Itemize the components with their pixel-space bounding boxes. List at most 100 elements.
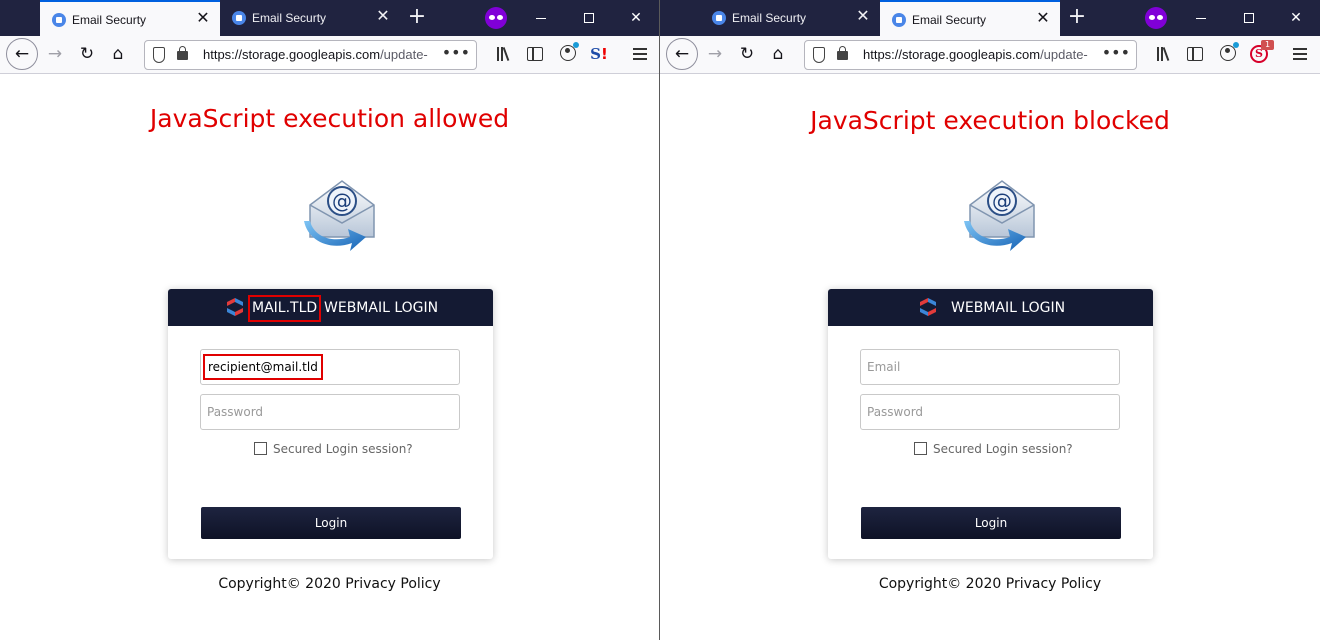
- extension-s-icon[interactable]: S: [590, 45, 608, 63]
- footer-copyright: Copyright© 2020 Privacy Policy: [218, 576, 441, 592]
- lock-icon[interactable]: [837, 46, 848, 60]
- tab-title: Email Securty: [732, 11, 807, 25]
- menu-icon[interactable]: [633, 48, 647, 60]
- tab-close-icon[interactable]: ✕: [194, 9, 212, 29]
- url-bar[interactable]: https://storage.googleapis.com/update- •…: [804, 40, 1137, 70]
- new-tab-button[interactable]: +: [403, 4, 431, 32]
- minimize-icon: [536, 17, 546, 19]
- login-card: WEBMAIL LOGIN Email Password Secured Log…: [828, 289, 1153, 559]
- forward-button[interactable]: →: [700, 39, 730, 69]
- login-card-header: MAIL.TLD WEBMAIL LOGIN: [168, 289, 493, 326]
- tab-title: Email Securty: [912, 13, 987, 27]
- tab-strip: Email Securty ✕ Email Securty ✕ + ✕: [660, 0, 1320, 36]
- nav-toolbar: ← → ↻ ⌂ https://storage.googleapis.com/u…: [660, 36, 1320, 74]
- annotation-heading: JavaScript execution allowed: [149, 104, 510, 133]
- url-host: https://storage.googleapis.com: [203, 47, 381, 62]
- page-content: JavaScript execution allowed @ MAIL.TLD: [0, 75, 659, 640]
- login-card-header: WEBMAIL LOGIN: [828, 289, 1153, 326]
- tab-strip: Email Securty ✕ Email Securty ✕ + ✕: [0, 0, 659, 36]
- tracking-protection-shield-icon[interactable]: [153, 47, 165, 63]
- login-button[interactable]: Login: [201, 507, 461, 539]
- site-favicon-icon: [892, 13, 906, 27]
- password-field[interactable]: Password: [860, 394, 1120, 430]
- sidebar-icon[interactable]: [527, 47, 543, 61]
- url-text[interactable]: https://storage.googleapis.com/update-: [863, 47, 1103, 62]
- email-field-value: recipient@mail.tld: [203, 354, 323, 380]
- library-icon[interactable]: [494, 45, 512, 63]
- private-browsing-icon: [1145, 7, 1167, 29]
- tab-close-icon[interactable]: ✕: [854, 7, 872, 27]
- page-actions-more-icon[interactable]: •••: [1102, 43, 1130, 62]
- checkbox-icon[interactable]: [254, 442, 267, 455]
- email-envelope-logo-icon: @: [964, 180, 1035, 251]
- checkbox-icon[interactable]: [914, 442, 927, 455]
- close-window-button[interactable]: ✕: [613, 0, 659, 36]
- nav-toolbar: ← → ↻ ⌂ https://storage.googleapis.com/u…: [0, 36, 659, 74]
- library-icon[interactable]: [1154, 45, 1172, 63]
- tab-email-security-1[interactable]: Email Securty ✕: [700, 0, 880, 36]
- login-button[interactable]: Login: [861, 507, 1121, 539]
- login-card-title: WEBMAIL LOGIN: [324, 300, 439, 316]
- url-text[interactable]: https://storage.googleapis.com/update-: [203, 47, 448, 62]
- browser-window-right: Email Securty ✕ Email Securty ✕ + ✕ ← → …: [660, 0, 1320, 640]
- minimize-icon: [1196, 17, 1206, 19]
- minimize-button[interactable]: [1178, 0, 1224, 36]
- tab-title: Email Securty: [252, 11, 327, 25]
- login-card-title: WEBMAIL LOGIN: [951, 300, 1066, 316]
- url-path: /update-: [1040, 47, 1088, 62]
- tab-close-icon[interactable]: ✕: [1034, 9, 1052, 29]
- account-icon[interactable]: [560, 42, 579, 61]
- url-bar[interactable]: https://storage.googleapis.com/update- •…: [144, 40, 477, 70]
- extension-badge: 1: [1261, 40, 1274, 50]
- menu-icon[interactable]: [1293, 48, 1307, 60]
- svg-text:@: @: [992, 189, 1012, 213]
- lock-icon[interactable]: [177, 46, 188, 60]
- url-host: https://storage.googleapis.com: [863, 47, 1041, 62]
- sidebar-icon[interactable]: [1187, 47, 1203, 61]
- site-favicon-icon: [52, 13, 66, 27]
- footer-copyright: Copyright© 2020 Privacy Policy: [878, 576, 1102, 592]
- reload-button[interactable]: ↻: [732, 39, 762, 69]
- reload-button[interactable]: ↻: [72, 39, 102, 69]
- private-browsing-icon: [485, 7, 507, 29]
- tab-title: Email Securty: [72, 13, 147, 27]
- url-path: /update-: [380, 47, 428, 62]
- annotation-heading: JavaScript execution blocked: [810, 106, 1170, 135]
- close-window-button[interactable]: ✕: [1273, 0, 1319, 36]
- account-icon[interactable]: [1220, 42, 1239, 61]
- minimize-button[interactable]: [518, 0, 564, 36]
- secured-login-label: Secured Login session?: [933, 442, 1073, 456]
- site-favicon-icon: [712, 11, 726, 25]
- svg-text:@: @: [332, 189, 352, 213]
- secured-login-label: Secured Login session?: [273, 442, 413, 456]
- browser-window-left: Email Securty ✕ Email Securty ✕ + ✕ ← → …: [0, 0, 660, 640]
- back-button[interactable]: ←: [666, 38, 698, 70]
- password-field[interactable]: Password: [200, 394, 460, 430]
- secured-login-checkbox[interactable]: Secured Login session?: [254, 442, 454, 456]
- brand-logo-icon: [920, 298, 936, 316]
- page-content: JavaScript execution blocked @ WEBMAIL L: [660, 75, 1320, 640]
- maximize-icon: [1244, 13, 1254, 23]
- tab-email-security-2[interactable]: Email Securty ✕: [880, 0, 1060, 36]
- tab-close-icon[interactable]: ✕: [374, 7, 392, 27]
- login-card: MAIL.TLD WEBMAIL LOGIN recipient@mail.tl…: [168, 289, 493, 559]
- home-button[interactable]: ⌂: [763, 39, 793, 69]
- maximize-button[interactable]: [566, 0, 612, 36]
- brand-name: MAIL.TLD: [248, 295, 322, 322]
- new-tab-button[interactable]: +: [1063, 4, 1091, 32]
- brand-logo-icon: [227, 298, 243, 316]
- secured-login-checkbox[interactable]: Secured Login session?: [914, 442, 1114, 456]
- email-field[interactable]: Email: [860, 349, 1120, 385]
- page-actions-more-icon[interactable]: •••: [442, 43, 470, 62]
- home-button[interactable]: ⌂: [103, 39, 133, 69]
- site-favicon-icon: [232, 11, 246, 25]
- tab-email-security-2[interactable]: Email Securty ✕: [220, 0, 400, 36]
- tab-email-security-1[interactable]: Email Securty ✕: [40, 0, 220, 36]
- maximize-icon: [584, 13, 594, 23]
- email-envelope-logo-icon: @: [304, 180, 375, 251]
- back-button[interactable]: ←: [6, 38, 38, 70]
- maximize-button[interactable]: [1226, 0, 1272, 36]
- email-field[interactable]: recipient@mail.tld: [200, 349, 460, 385]
- tracking-protection-shield-icon[interactable]: [813, 47, 825, 63]
- forward-button[interactable]: →: [40, 39, 70, 69]
